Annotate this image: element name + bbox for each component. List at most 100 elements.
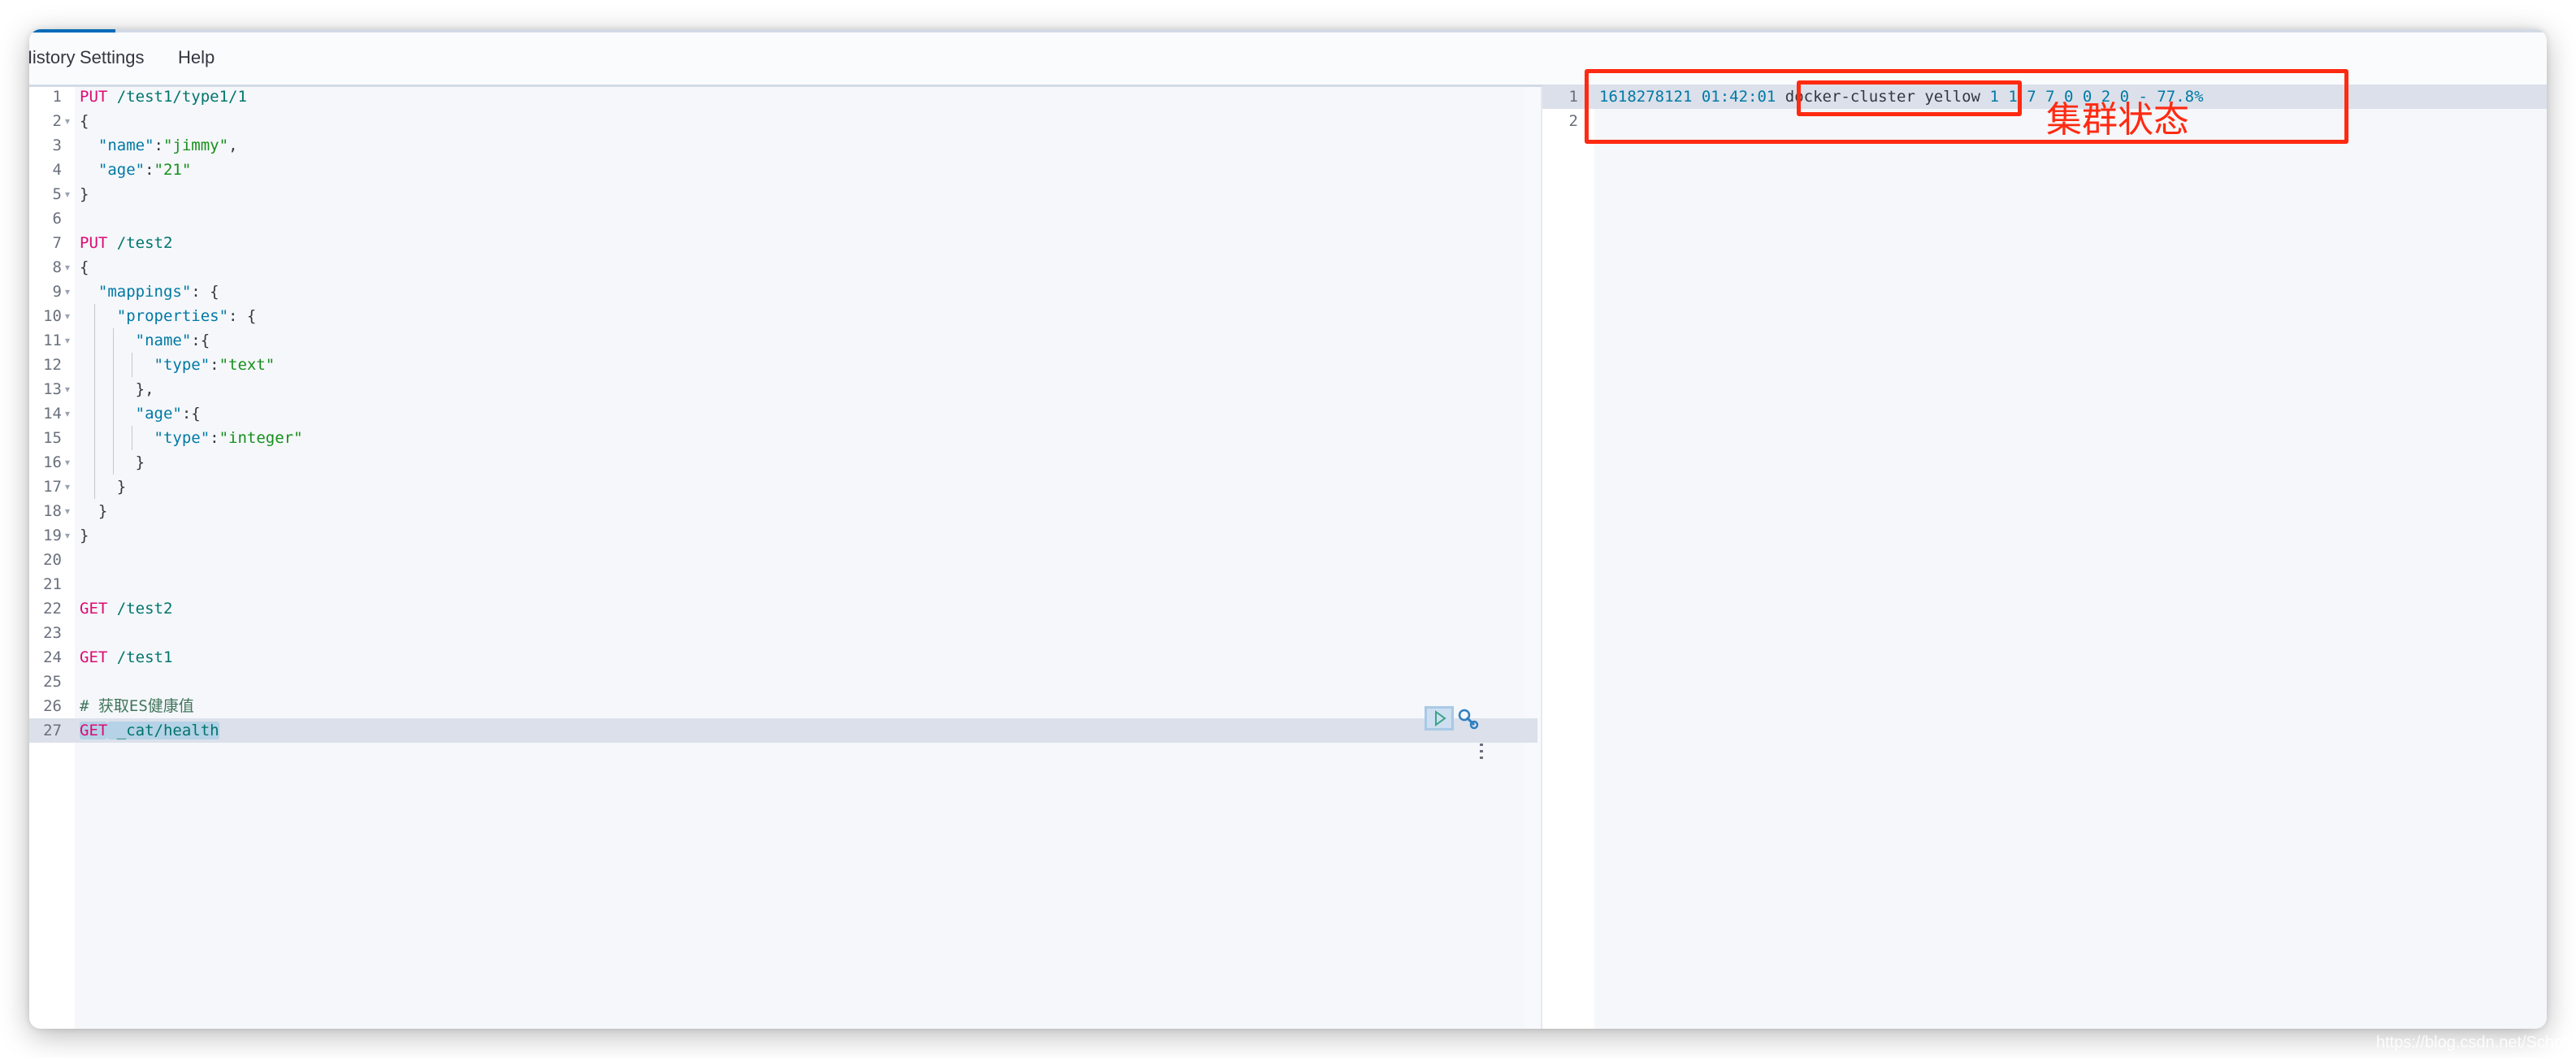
code-token: GET <box>80 722 108 739</box>
code-line[interactable]: PUT /test2 <box>80 231 172 255</box>
send-request-button[interactable] <box>1425 706 1454 731</box>
code-token: } <box>80 502 108 520</box>
play-icon <box>1435 710 1446 726</box>
line-number: 23 <box>43 624 62 642</box>
fold-toggle-icon[interactable]: ▾ <box>65 328 70 353</box>
code-token: /test1/type1/1 <box>107 88 247 106</box>
line-number: 7 <box>52 234 62 252</box>
code-line[interactable]: GET /test2 <box>80 596 172 621</box>
fold-toggle-icon[interactable]: ▾ <box>65 182 70 206</box>
line-number: 10 <box>43 307 62 325</box>
code-token: : <box>145 161 154 179</box>
code-line[interactable]: { <box>80 255 89 280</box>
request-settings-button[interactable] <box>1456 707 1481 731</box>
active-line-highlight <box>29 718 1537 743</box>
code-token: PUT <box>80 88 108 106</box>
code-token: "integer" <box>219 429 303 447</box>
code-token: /test2 <box>107 600 173 618</box>
line-number: 11 <box>43 332 62 349</box>
code-line[interactable]: } <box>80 499 107 523</box>
line-number: 12 <box>43 356 62 374</box>
code-line[interactable]: } <box>80 475 126 499</box>
code-token: "21" <box>154 161 192 179</box>
code-token: : <box>210 429 219 447</box>
code-line[interactable]: }, <box>80 377 154 401</box>
code-line[interactable]: PUT /test1/type1/1 <box>80 85 247 109</box>
code-line[interactable]: "type":"text" <box>80 353 275 377</box>
menu-history[interactable]: History <box>29 47 75 68</box>
fold-toggle-icon[interactable]: ▾ <box>65 304 70 328</box>
watermark: https://blog.csdn.net/ScholarTan <box>2376 1034 2576 1051</box>
code-token: , <box>228 137 238 154</box>
fold-toggle-icon[interactable]: ▾ <box>65 523 70 548</box>
line-number: 25 <box>43 673 62 691</box>
code-line[interactable]: "name":"jimmy", <box>80 133 238 158</box>
code-token: : <box>210 356 219 374</box>
code-token: _cat/health <box>107 722 219 739</box>
code-line[interactable]: "mappings": { <box>80 280 219 304</box>
response-editor[interactable] <box>1594 87 2547 1029</box>
code-line[interactable]: } <box>80 523 89 548</box>
line-number: 2 <box>52 112 62 130</box>
code-token: "type" <box>154 356 210 374</box>
fold-toggle-icon[interactable]: ▾ <box>65 475 70 499</box>
code-line[interactable]: "properties": { <box>80 304 257 328</box>
code-token: PUT <box>80 234 108 252</box>
line-number: 1 <box>1568 88 1578 106</box>
code-token: : { <box>191 283 219 301</box>
code-token: } <box>80 527 89 544</box>
fold-toggle-icon[interactable]: ▾ <box>65 280 70 304</box>
code-token: } <box>80 185 89 203</box>
code-token: :{ <box>181 405 201 423</box>
line-number: 27 <box>43 722 62 739</box>
code-token: "name" <box>135 332 192 349</box>
code-token: "jimmy" <box>163 137 229 154</box>
request-editor[interactable] <box>75 87 1524 1029</box>
code-line[interactable]: GET _cat/health <box>80 718 219 743</box>
pane-resizer[interactable] <box>1524 87 1541 1029</box>
code-token: GET <box>80 600 108 618</box>
code-line[interactable]: "age":"21" <box>80 158 191 182</box>
annotation-label: 集群状态 <box>2046 99 2189 141</box>
line-number: 8 <box>52 258 62 276</box>
fold-toggle-icon[interactable]: ▾ <box>65 377 70 401</box>
annotation-cluster-status-box <box>1797 80 2022 116</box>
fold-toggle-icon[interactable]: ▾ <box>65 255 70 280</box>
code-token: :{ <box>191 332 210 349</box>
menu-settings[interactable]: Settings <box>80 47 145 68</box>
fold-toggle-icon[interactable]: ▾ <box>65 450 70 475</box>
code-line[interactable]: "name":{ <box>80 328 210 353</box>
code-token: { <box>80 258 89 276</box>
code-token: /test1 <box>107 648 173 666</box>
code-line[interactable]: GET /test1 <box>80 645 172 670</box>
code-token: "age" <box>98 161 145 179</box>
fold-toggle-icon[interactable]: ▾ <box>65 401 70 426</box>
code-line[interactable]: # 获取ES健康值 <box>80 694 194 718</box>
code-token: }, <box>80 380 154 398</box>
fold-toggle-icon[interactable]: ▾ <box>65 499 70 523</box>
line-number: 2 <box>1568 112 1578 130</box>
code-token: "text" <box>219 356 275 374</box>
code-line[interactable]: "age":{ <box>80 401 201 426</box>
code-line[interactable]: } <box>80 450 145 475</box>
line-number: 4 <box>52 161 62 179</box>
line-number: 15 <box>43 429 62 447</box>
response-gutter <box>1542 87 1594 1029</box>
line-number: 3 <box>52 137 62 154</box>
wrench-icon <box>1458 709 1479 730</box>
menu-help[interactable]: Help <box>178 47 215 68</box>
line-number: 20 <box>43 551 62 569</box>
fold-toggle-icon[interactable]: ▾ <box>65 109 70 133</box>
line-number: 18 <box>43 502 62 520</box>
code-line[interactable]: { <box>80 109 89 133</box>
more-actions-handle[interactable] <box>1477 739 1485 764</box>
code-line[interactable]: "type":"integer" <box>80 426 303 450</box>
line-number: 1 <box>52 88 62 106</box>
code-line[interactable]: } <box>80 182 89 206</box>
